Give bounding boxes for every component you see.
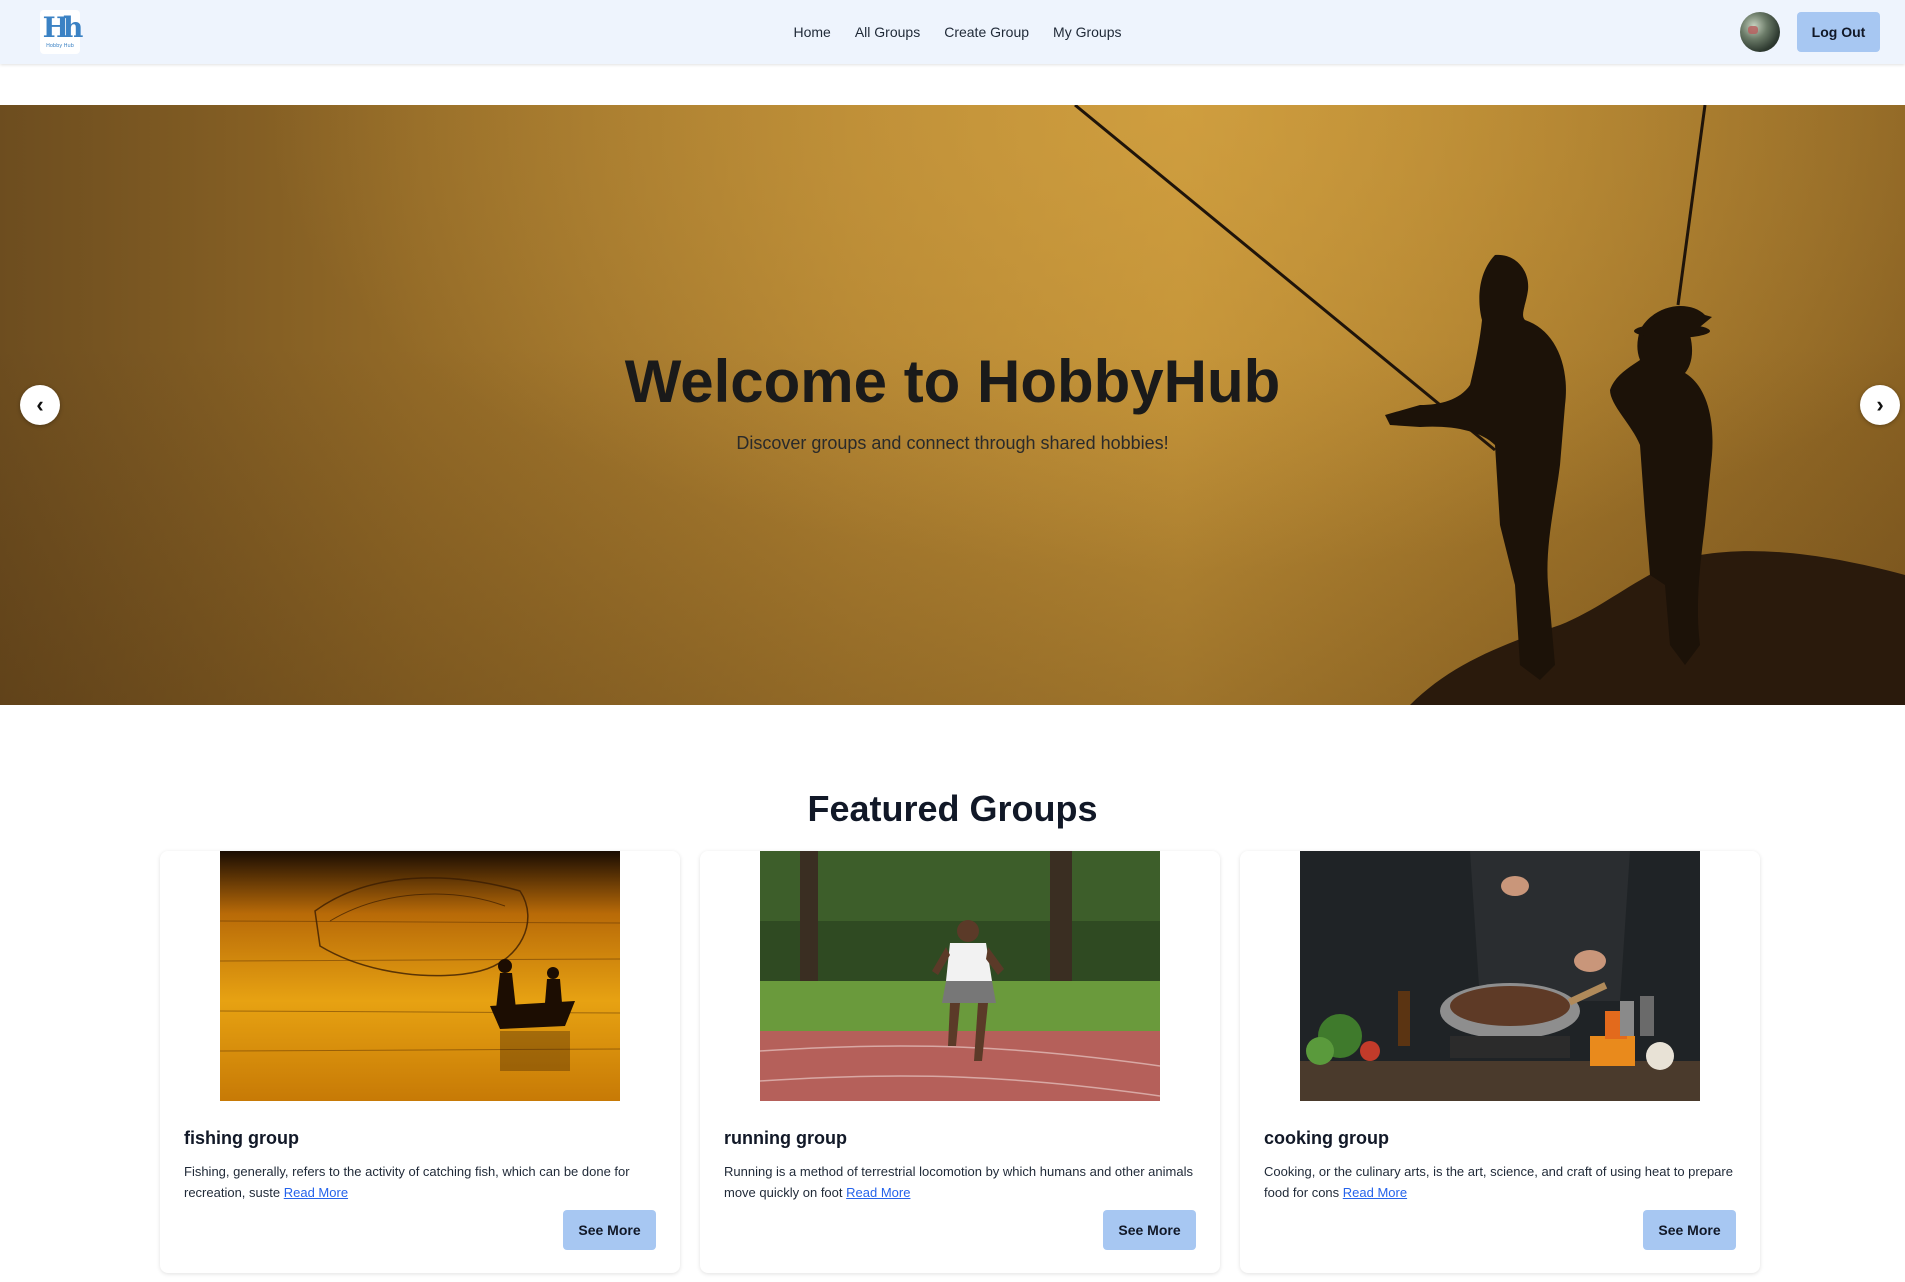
card-description-text: Fishing, generally, refers to the activi… (184, 1164, 630, 1200)
see-more-button[interactable]: See More (1643, 1210, 1736, 1250)
read-more-link[interactable]: Read More (846, 1185, 910, 1200)
read-more-link[interactable]: Read More (1343, 1185, 1407, 1200)
card-title: running group (724, 1128, 847, 1148)
see-more-button[interactable]: See More (563, 1210, 656, 1250)
card-description-text: Cooking, or the culinary arts, is the ar… (1264, 1164, 1733, 1200)
nav-link-home[interactable]: Home (793, 24, 830, 40)
fishing-group-image (220, 851, 620, 1101)
card-description: Fishing, generally, refers to the activi… (184, 1161, 656, 1203)
main-nav: Home All Groups Create Group My Groups (0, 0, 1905, 64)
running-group-image (760, 851, 1160, 1101)
nav-link-create-group[interactable]: Create Group (944, 24, 1029, 40)
cooking-group-image (1300, 851, 1700, 1101)
group-card-cooking: cooking group Cooking, or the culinary a… (1240, 851, 1760, 1273)
card-description: Running is a method of terrestrial locom… (724, 1161, 1196, 1203)
hero-title: Welcome to HobbyHub (624, 348, 1281, 415)
group-card-fishing: fishing group Fishing, generally, refers… (160, 851, 680, 1273)
card-description-text: Running is a method of terrestrial locom… (724, 1164, 1193, 1200)
group-card-running: running group Running is a method of ter… (700, 851, 1220, 1273)
nav-link-all-groups[interactable]: All Groups (855, 24, 920, 40)
featured-groups-title: Featured Groups (807, 788, 1098, 829)
carousel-next-button[interactable]: › (1860, 385, 1900, 425)
logout-button[interactable]: Log Out (1797, 12, 1880, 52)
card-description: Cooking, or the culinary arts, is the ar… (1264, 1161, 1736, 1203)
card-title: cooking group (1264, 1128, 1389, 1148)
card-title: fishing group (184, 1128, 299, 1148)
nav-link-my-groups[interactable]: My Groups (1053, 24, 1121, 40)
see-more-button[interactable]: See More (1103, 1210, 1196, 1250)
navbar: Hh Hobby Hub Home All Groups Create Grou… (0, 0, 1905, 64)
user-avatar[interactable] (1740, 12, 1780, 52)
carousel-prev-button[interactable]: ‹ (20, 385, 60, 425)
read-more-link[interactable]: Read More (284, 1185, 348, 1200)
hero-subtitle: Discover groups and connect through shar… (736, 433, 1169, 453)
hero-carousel: Welcome to HobbyHub Discover groups and … (0, 105, 1905, 705)
